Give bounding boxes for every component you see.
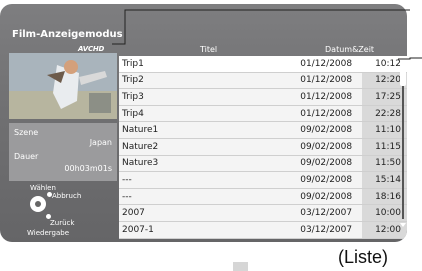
cancel-button-dot[interactable] — [47, 192, 52, 197]
duration-value: 00h03m01s — [64, 164, 112, 173]
row-date: 09/02/2008 — [297, 121, 363, 139]
scroll-thumb[interactable] — [400, 64, 406, 86]
row-title: --- — [119, 171, 298, 189]
video-thumbnail — [9, 53, 117, 119]
table-row[interactable]: Nature2 09/02/2008 11:15 — [119, 138, 407, 156]
table-row[interactable]: 2007-1 03/12/2007 12:00 — [119, 221, 407, 239]
row-date: 03/12/2007 — [297, 204, 363, 222]
row-date: 01/12/2008 — [297, 72, 363, 90]
row-title: 2007 — [119, 204, 298, 222]
table-row[interactable]: --- 09/02/2008 18:16 — [119, 188, 407, 206]
row-date: 09/02/2008 — [297, 138, 363, 156]
navigation-pad-icon[interactable] — [30, 196, 46, 212]
control-guide: Wählen Abbruch Zurück Wiedergabe — [8, 184, 116, 240]
film-display-screen: Film-Anzeigemodus AVCHD Szene Japan Daue… — [0, 4, 407, 242]
cancel-label: Abbruch — [52, 192, 82, 200]
row-title: --- — [119, 188, 298, 206]
scene-label: Szene — [14, 128, 39, 137]
thumbnail-image — [9, 53, 117, 119]
scrollbar[interactable] — [400, 56, 406, 227]
row-date: 01/12/2008 — [297, 56, 363, 73]
row-title: Trip1 — [119, 56, 298, 73]
row-date: 03/12/2007 — [297, 221, 363, 239]
scene-info-panel: Szene Japan Dauer 00h03m01s — [9, 123, 117, 181]
row-title: Nature2 — [119, 138, 298, 156]
scene-value: Japan — [89, 138, 112, 147]
row-title: Trip4 — [119, 105, 298, 123]
row-title: Trip3 — [119, 88, 298, 106]
row-title: 2007-1 — [119, 221, 298, 239]
table-row[interactable]: Trip4 01/12/2008 22:28 — [119, 105, 407, 123]
table-row[interactable]: Trip1 01/12/2008 10:12 — [119, 56, 407, 73]
select-label: Wählen — [30, 184, 56, 192]
duration-label: Dauer — [14, 152, 39, 161]
back-label: Zurück — [50, 219, 75, 227]
table-row[interactable]: Trip2 01/12/2008 12:20 — [119, 72, 407, 90]
scroll-track[interactable] — [402, 64, 404, 219]
table-row[interactable]: 2007 03/12/2007 10:00 — [119, 204, 407, 222]
row-title: Nature1 — [119, 121, 298, 139]
table-row[interactable]: Nature3 09/02/2008 11:50 — [119, 155, 407, 173]
row-title: Trip2 — [119, 72, 298, 90]
caption-liste: (Liste) — [338, 247, 389, 267]
row-date: 01/12/2008 — [297, 88, 363, 106]
scroll-down-icon[interactable] — [400, 223, 406, 227]
scroll-up-icon[interactable] — [400, 56, 406, 60]
play-label: Wiedergabe — [27, 229, 70, 237]
table-row[interactable]: Trip3 01/12/2008 17:25 — [119, 88, 407, 106]
row-date: 09/02/2008 — [297, 188, 363, 206]
movie-list: Trip1 01/12/2008 10:12 Trip2 01/12/2008 12:20… — [119, 56, 407, 239]
row-date: 01/12/2008 — [297, 105, 363, 123]
avchd-logo: AVCHD — [78, 45, 105, 53]
row-title: Nature3 — [119, 155, 298, 173]
decorative-square — [233, 262, 248, 271]
row-date: 09/02/2008 — [297, 155, 363, 173]
title-column-header: Titel — [200, 45, 218, 54]
row-date: 09/02/2008 — [297, 171, 363, 189]
datetime-column-header: Datum&Zeit — [325, 45, 375, 54]
table-row[interactable]: --- 09/02/2008 15:14 — [119, 171, 407, 189]
table-row[interactable]: Nature1 09/02/2008 11:10 — [119, 121, 407, 139]
screen-title: Film-Anzeigemodus — [12, 29, 123, 40]
